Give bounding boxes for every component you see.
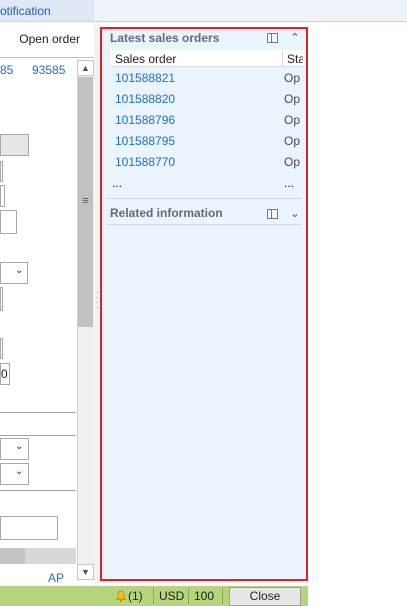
form-field-partial[interactable] xyxy=(0,338,3,359)
form-field-partial[interactable] xyxy=(0,210,17,234)
sales-order-link[interactable]: 101588796 xyxy=(115,113,265,128)
latest-sales-orders-title[interactable]: Latest sales orders xyxy=(110,31,260,46)
form-field-partial[interactable] xyxy=(0,185,5,207)
more-status: ... xyxy=(284,176,295,190)
form-dropdown-partial[interactable]: ⌄ xyxy=(0,262,28,284)
close-button[interactable]: Close xyxy=(229,587,301,606)
top-strip-right xyxy=(96,0,407,22)
form-button-partial[interactable] xyxy=(0,134,29,156)
form-dropdown-partial[interactable]: ⌄ xyxy=(0,438,29,460)
grid-link-partial[interactable]: 85 xyxy=(0,63,14,77)
currency-indicator[interactable]: USD xyxy=(159,589,185,604)
factbox-options-icon[interactable] xyxy=(267,209,278,219)
scroll-down-icon[interactable]: ▼ xyxy=(77,564,94,580)
divider xyxy=(0,490,76,491)
notification-tab[interactable]: otification xyxy=(0,4,95,20)
chevron-down-icon: ⌄ xyxy=(15,441,24,452)
divider xyxy=(0,435,76,436)
scroll-up-icon[interactable]: ▲ xyxy=(77,60,94,76)
section-divider xyxy=(107,198,301,199)
sales-order-link[interactable]: 101588795 xyxy=(115,134,265,149)
sales-order-link[interactable]: 101588820 xyxy=(115,92,265,107)
status-cell: Op xyxy=(284,113,301,127)
notification-count[interactable]: (1) xyxy=(128,589,150,604)
status-divider xyxy=(222,588,223,604)
options-icon-line xyxy=(271,210,272,218)
chevron-down-icon: ⌄ xyxy=(15,466,24,477)
grip-icon: ≡ xyxy=(82,195,89,207)
chevron-down-icon[interactable]: ⌄ xyxy=(289,208,301,220)
column-header-status[interactable]: Sta xyxy=(287,52,303,66)
status-cell: Op xyxy=(284,155,301,169)
column-separator[interactable] xyxy=(282,50,283,67)
status-divider xyxy=(188,588,189,604)
status-bar-right xyxy=(308,586,407,606)
sales-order-link[interactable]: 101588821 xyxy=(115,71,265,86)
chevron-up-icon[interactable]: ⌃ xyxy=(289,32,301,44)
horizontal-scroll-thumb[interactable] xyxy=(0,548,25,564)
open-order-button[interactable]: Open order xyxy=(0,32,80,48)
form-field-partial[interactable]: 0 xyxy=(0,363,10,385)
divider xyxy=(0,412,76,413)
company-indicator[interactable]: 100 xyxy=(194,589,218,604)
chevron-down-icon: ⌄ xyxy=(15,265,24,276)
sales-order-link[interactable]: 101588770 xyxy=(115,155,265,170)
factbox-options-icon[interactable] xyxy=(267,33,278,43)
more-orders[interactable]: ... xyxy=(112,176,132,190)
status-cell: Op xyxy=(284,71,301,85)
form-field-partial[interactable] xyxy=(0,287,3,311)
status-cell: Op xyxy=(284,134,301,148)
footer-link[interactable]: AP xyxy=(48,571,68,585)
form-field-partial[interactable] xyxy=(0,161,3,182)
related-information-title[interactable]: Related information xyxy=(110,206,260,221)
status-cell: Op xyxy=(284,92,301,106)
grid-link-partial[interactable]: 93585 xyxy=(32,63,66,77)
section-divider xyxy=(107,224,301,225)
bell-icon[interactable] xyxy=(115,590,127,602)
form-field-partial[interactable] xyxy=(0,516,58,540)
options-icon-line xyxy=(271,34,272,42)
field-value: 0 xyxy=(1,367,8,381)
form-dropdown-partial[interactable]: ⌄ xyxy=(0,463,29,485)
factbox-pane xyxy=(100,27,308,581)
column-header-sales-order[interactable]: Sales order xyxy=(115,52,275,66)
status-divider xyxy=(153,588,154,604)
